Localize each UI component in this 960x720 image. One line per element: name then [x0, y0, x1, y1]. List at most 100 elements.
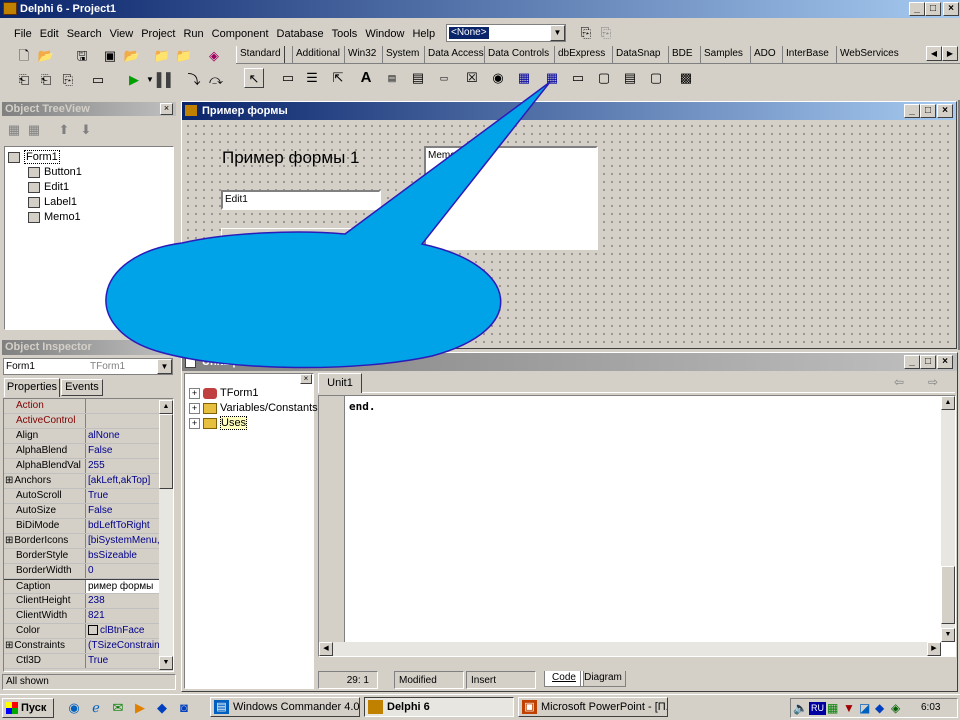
inspector-row-autoscroll[interactable]: AutoScroll True [4, 489, 173, 504]
tab-code[interactable]: Code [544, 671, 584, 687]
listbox-comp-icon[interactable]: ▦ [514, 68, 534, 88]
add-file-icon[interactable]: 📁 [152, 46, 172, 66]
expand-icon[interactable]: ⊞ [5, 640, 13, 651]
frames-icon[interactable]: ▭ [278, 68, 298, 88]
memo-comp-icon[interactable]: ▤ [408, 68, 428, 88]
menu-item-window[interactable]: Window [361, 25, 408, 43]
mainmenu-icon[interactable]: ☰ [302, 68, 322, 88]
pause-icon[interactable]: ▌▌ [156, 70, 176, 90]
inspector-row-borderstyle[interactable]: BorderStyle bsSizeable [4, 549, 173, 564]
form-minimize-button[interactable]: _ [904, 104, 920, 118]
taskbar-item-powerpoint[interactable]: ▣ Microsoft PowerPoint - [П... [518, 697, 668, 717]
explorer-item[interactable]: + Uses [189, 416, 311, 431]
save-all-icon[interactable]: ▣ [100, 46, 120, 66]
open-icon[interactable]: 📂 [36, 46, 56, 66]
expand-icon[interactable]: + [189, 387, 200, 399]
inspector-object-combo[interactable]: Form1 TForm1 ▼ [3, 358, 173, 375]
expand-icon[interactable]: + [189, 402, 200, 414]
forward-arrow-icon[interactable]: ⇨ [928, 375, 938, 389]
save-icon[interactable]: 🖫 [72, 46, 92, 66]
chevron-down-icon[interactable]: ▼ [157, 359, 172, 374]
inspector-row-constraints[interactable]: ⊞Constraints (TSizeConstraint [4, 639, 173, 654]
quicklaunch-ie-icon[interactable]: ℯ [86, 698, 106, 718]
help-icon[interactable]: ◈ [204, 46, 224, 66]
arrow-down-icon[interactable]: ⬇ [76, 120, 96, 140]
close-button[interactable]: × [943, 2, 959, 16]
menu-item-help[interactable]: Help [408, 25, 439, 43]
config-combo[interactable]: <None> ▼ [446, 24, 566, 42]
maximize-button[interactable]: □ [925, 2, 941, 16]
label-comp-icon[interactable]: A [356, 68, 376, 88]
treeview-close-button[interactable]: × [160, 103, 173, 115]
inspector-row-bidimode[interactable]: BiDiMode bdLeftToRight [4, 519, 173, 534]
chevron-down-icon[interactable]: ▼ [550, 25, 565, 41]
scroll-up-icon[interactable]: ▲ [941, 396, 955, 410]
palette-tab-dbexpress[interactable]: dbExpress [554, 46, 608, 63]
menu-item-tools[interactable]: Tools [328, 25, 362, 43]
speaker-icon[interactable]: 🔈 [793, 701, 808, 715]
taskbar-item-wincmd[interactable]: ▤ Windows Commander 4.0... [210, 697, 360, 717]
tree-item[interactable]: Button1 [8, 165, 170, 180]
editor-vscrollbar[interactable]: ▲ ▼ [941, 396, 955, 642]
tree-item[interactable]: Edit1 [8, 180, 170, 195]
pointer-icon[interactable]: ↖ [244, 68, 264, 88]
button1[interactable] [221, 228, 381, 252]
arrow-up-icon[interactable]: ⬆ [54, 120, 74, 140]
inspector-row-activecontrol[interactable]: ActiveControl [4, 414, 173, 429]
inspector-row-action[interactable]: Action [4, 399, 173, 414]
menu-item-run[interactable]: Run [179, 25, 207, 43]
editor-hscrollbar[interactable]: ◀ ▶ [319, 642, 941, 656]
palette-scroll-left[interactable]: ◀ [926, 46, 942, 61]
tab-properties[interactable]: Properties [4, 378, 60, 397]
new-icon[interactable]: 🗋 [14, 46, 34, 66]
expand-icon[interactable]: ⊞ [5, 535, 13, 546]
palette-tab-bde[interactable]: BDE [668, 46, 696, 63]
scroll-thumb[interactable] [941, 566, 955, 624]
start-button[interactable]: Пуск [2, 698, 54, 718]
palette-tab-data-access[interactable]: Data Access [424, 46, 487, 63]
minimize-button[interactable]: _ [909, 2, 925, 16]
palette-tab-win32[interactable]: Win32 [344, 46, 379, 63]
inspector-row-bordericons[interactable]: ⊞BorderIcons [biSystemMenu, [4, 534, 173, 549]
editor-maximize-button[interactable]: □ [920, 355, 936, 369]
code-area[interactable]: end. ▲ ▼ ◀ ▶ [318, 395, 956, 657]
label1[interactable]: Пример формы 1 [222, 148, 359, 168]
tab-diagram[interactable]: Diagram [580, 671, 626, 687]
tree-action-icon-2[interactable]: ▦ [24, 120, 44, 140]
inspector-row-clientwidth[interactable]: ClientWidth 821 [4, 609, 173, 624]
quicklaunch-outlook-icon[interactable]: ✉ [108, 698, 128, 718]
inspector-row-alphablendval[interactable]: AlphaBlendVal 255 [4, 459, 173, 474]
groupbox-comp-icon[interactable]: ▢ [594, 68, 614, 88]
view-unit-icon[interactable]: ⎗ [14, 70, 34, 90]
inspector-row-align[interactable]: Align alNone [4, 429, 173, 444]
menu-item-edit[interactable]: Edit [36, 25, 63, 43]
quicklaunch-desktop-icon[interactable]: ◉ [64, 698, 84, 718]
editor-close-button[interactable]: × [937, 355, 953, 369]
menu-item-file[interactable]: File [10, 25, 36, 43]
inspector-row-ctl3d[interactable]: Ctl3D True [4, 654, 173, 669]
code-text[interactable]: end. [349, 400, 376, 413]
explorer-item[interactable]: + Variables/Constants [189, 401, 318, 416]
config-apply-icon[interactable]: ⎘ [596, 23, 616, 43]
quicklaunch-messenger-icon[interactable]: ◆ [152, 698, 172, 718]
palette-tab-ado[interactable]: ADO [750, 46, 779, 63]
explorer-close-button[interactable]: × [300, 374, 312, 384]
expand-icon[interactable]: + [189, 417, 200, 429]
form-maximize-button[interactable]: □ [920, 104, 936, 118]
tab-events[interactable]: Events [61, 379, 103, 396]
tree-root-item[interactable]: Form1 [8, 150, 170, 165]
palette-tab-standard[interactable]: Standard [236, 46, 285, 63]
palette-tab-system[interactable]: System [382, 46, 422, 63]
config-icon[interactable]: ⎘ [576, 23, 596, 43]
checkbox-comp-icon[interactable]: ☒ [462, 68, 482, 88]
menu-item-view[interactable]: View [106, 25, 138, 43]
menu-item-search[interactable]: Search [63, 25, 106, 43]
explorer-item[interactable]: + TForm1 [189, 386, 311, 401]
tray-antivirus-icon[interactable]: ▼ [843, 701, 855, 715]
inspector-row-alphablend[interactable]: AlphaBlend False [4, 444, 173, 459]
quicklaunch-extra-icon[interactable]: ◙ [174, 698, 194, 718]
new-form-icon[interactable]: ▭ [88, 70, 108, 90]
scrollbar-comp-icon[interactable]: ▭ [568, 68, 588, 88]
scroll-down-icon[interactable]: ▼ [941, 628, 955, 642]
editor-minimize-button[interactable]: _ [904, 355, 920, 369]
